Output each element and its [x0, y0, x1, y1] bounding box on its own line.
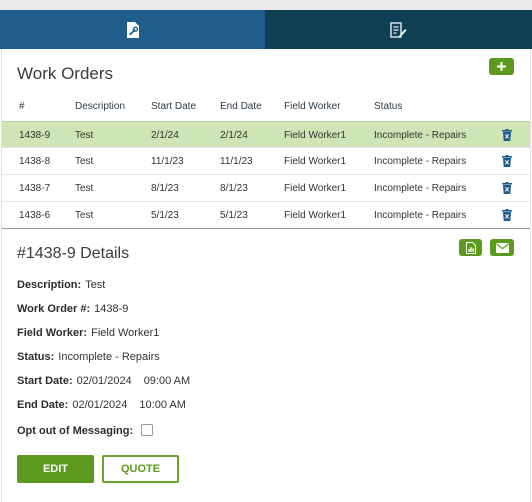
field-work-order-number: Work Order #: 1438-9: [17, 303, 128, 315]
opt-out-checkbox[interactable]: [141, 424, 154, 436]
quote-button[interactable]: QUOTE: [102, 455, 179, 483]
field-description: Description: Test: [17, 279, 105, 291]
cell-field-worker: Field Worker1: [284, 130, 347, 141]
table-row[interactable]: 1438-7 Test 8/1/23 8/1/23 Field Worker1 …: [2, 175, 530, 202]
cell-description: Test: [75, 156, 94, 167]
cell-description: Test: [75, 210, 94, 221]
edit-document-icon: [390, 21, 407, 38]
field-status: Status: Incomplete - Repairs: [17, 351, 160, 363]
trash-icon[interactable]: [502, 209, 512, 221]
trash-icon[interactable]: [502, 129, 512, 141]
cell-status: Incomplete - Repairs: [374, 156, 467, 167]
end-date-value: 02/01/2024: [72, 399, 128, 411]
cell-field-worker: Field Worker1: [284, 210, 347, 221]
status-label: Status:: [17, 351, 55, 363]
trash-icon[interactable]: [502, 155, 512, 167]
email-button[interactable]: [490, 239, 514, 256]
field-worker-value: Field Worker1: [91, 327, 160, 339]
envelope-icon: [495, 242, 509, 253]
cell-id: 1438-9: [19, 130, 51, 141]
cell-end-date: 2/1/24: [220, 130, 248, 141]
table-header: # Description Start Date End Date Field …: [2, 99, 530, 121]
column-header-end-date[interactable]: End Date: [220, 99, 262, 115]
cell-start-date: 11/1/23: [151, 156, 184, 167]
plus-icon: [497, 62, 506, 71]
report-icon: [465, 241, 476, 254]
column-header-start-date[interactable]: Start Date: [151, 99, 196, 115]
cell-id: 1438-6: [19, 210, 51, 221]
work-order-number-label: Work Order #:: [17, 303, 91, 315]
cell-description: Test: [75, 183, 94, 194]
edit-button[interactable]: EDIT: [17, 455, 94, 483]
table-row[interactable]: 1438-8 Test 11/1/23 11/1/23 Field Worker…: [2, 148, 530, 175]
column-header-status[interactable]: Status: [374, 99, 402, 115]
end-time-value: 10:00 AM: [139, 399, 186, 411]
table-row[interactable]: 1438-6 Test 5/1/23 5/1/23 Field Worker1 …: [2, 202, 530, 229]
cell-end-date: 5/1/23: [220, 210, 248, 221]
description-value: Test: [85, 279, 106, 291]
start-date-label: Start Date:: [17, 375, 73, 387]
field-opt-out: Opt out of Messaging:: [17, 424, 154, 437]
cell-start-date: 5/1/23: [151, 210, 179, 221]
field-field-worker: Field Worker: Field Worker1: [17, 327, 159, 339]
cell-status: Incomplete - Repairs: [374, 210, 467, 221]
work-order-number-value: 1438-9: [94, 303, 129, 315]
field-worker-label: Field Worker:: [17, 327, 88, 339]
status-value: Incomplete - Repairs: [58, 351, 160, 363]
add-work-order-button[interactable]: [489, 58, 514, 75]
cell-status: Incomplete - Repairs: [374, 130, 467, 141]
tab-work-orders[interactable]: [0, 10, 265, 49]
description-label: Description:: [17, 279, 82, 291]
wrench-document-icon: [126, 21, 139, 38]
top-strip: [0, 0, 532, 10]
tab-notes[interactable]: [265, 10, 532, 49]
trash-icon[interactable]: [502, 182, 512, 194]
work-orders-table: 1438-9 Test 2/1/24 2/1/24 Field Worker1 …: [2, 121, 530, 229]
cell-field-worker: Field Worker1: [284, 183, 347, 194]
cell-end-date: 8/1/23: [220, 183, 248, 194]
end-date-label: End Date:: [17, 399, 69, 411]
work-orders-panel: Work Orders # Description Start Date End…: [1, 49, 531, 502]
start-time-value: 09:00 AM: [143, 375, 191, 387]
cell-start-date: 2/1/24: [151, 130, 179, 141]
details-title: #1438-9 Details: [17, 245, 130, 262]
table-row[interactable]: 1438-9 Test 2/1/24 2/1/24 Field Worker1 …: [2, 121, 530, 148]
cell-status: Incomplete - Repairs: [374, 183, 467, 194]
cell-start-date: 8/1/23: [151, 183, 179, 194]
opt-out-label: Opt out of Messaging:: [17, 425, 134, 437]
tab-bar: [0, 10, 532, 49]
cell-id: 1438-7: [19, 183, 51, 194]
column-header-number[interactable]: #: [19, 99, 25, 115]
report-button[interactable]: [459, 239, 482, 256]
column-header-description[interactable]: Description: [75, 99, 125, 115]
start-date-value: 02/01/2024: [76, 375, 132, 387]
field-start-date: Start Date: 02/01/2024 09:00 AM: [17, 375, 190, 387]
cell-end-date: 11/1/23: [220, 156, 253, 167]
page-title: Work Orders: [17, 64, 114, 83]
cell-description: Test: [75, 130, 94, 141]
cell-id: 1438-8: [19, 156, 51, 167]
column-header-field-worker[interactable]: Field Worker: [284, 99, 341, 115]
field-end-date: End Date: 02/01/2024 10:00 AM: [17, 399, 186, 411]
cell-field-worker: Field Worker1: [284, 156, 347, 167]
